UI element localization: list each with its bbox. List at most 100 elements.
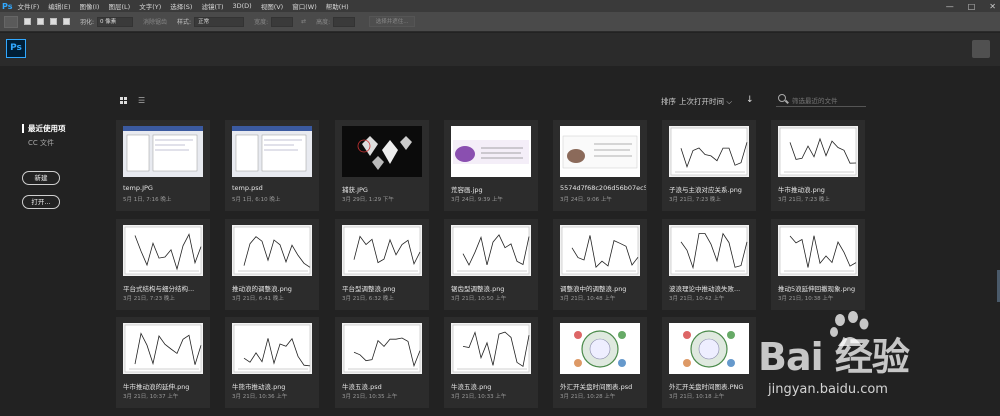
add-selection-icon[interactable]: [37, 18, 44, 25]
height-input[interactable]: [333, 16, 356, 27]
menu-window[interactable]: 窗口(W): [292, 1, 317, 11]
file-card[interactable]: 波浪理论中推动浪失败... 3月 21日, 10:42 上午: [662, 219, 756, 310]
photoshop-start-workspace: Ps 文件(F) 编辑(E) 图像(I) 图层(L) 文字(Y) 选择(S) 滤…: [0, 0, 1000, 416]
file-thumbnail: [123, 225, 203, 276]
file-name: 5574d7f68c206d56b07ec5...: [560, 184, 646, 192]
subtract-selection-icon[interactable]: [50, 18, 57, 25]
file-card[interactable]: 调整浪中的调整浪.png 3月 21日, 10:48 上午: [553, 219, 647, 310]
menu-image[interactable]: 图像(I): [79, 1, 99, 11]
minimize-icon[interactable]: —: [946, 2, 954, 11]
file-card[interactable]: 推动5浪延伸回撤现象.png 3月 21日, 10:38 上午: [771, 219, 865, 310]
file-name: 波浪理论中推动浪失败...: [669, 285, 741, 293]
maximize-icon[interactable]: □: [968, 2, 976, 11]
file-date: 3月 21日, 10:48 上午: [560, 296, 616, 302]
menu-3d[interactable]: 3D(D): [232, 2, 251, 10]
file-name: 调整浪中的调整浪.png: [560, 285, 627, 293]
file-card[interactable]: 平台型调整浪.png 3月 21日, 6:32 晚上: [335, 219, 429, 310]
file-thumbnail: [560, 225, 640, 276]
file-thumbnail: [778, 126, 858, 177]
user-avatar-icon[interactable]: [972, 40, 990, 58]
select-and-mask-button[interactable]: 选择并遮住...: [369, 16, 416, 27]
file-card[interactable]: temp.JPG 5月 1日, 7:16 晚上: [116, 120, 210, 211]
grid-view-icon[interactable]: [120, 97, 128, 105]
file-name: 平台型调整浪.png: [342, 285, 396, 293]
file-date: 3月 24日, 9:39 上午: [451, 197, 503, 203]
file-date: 3月 21日, 6:32 晚上: [342, 296, 394, 302]
file-thumbnail: [669, 126, 749, 177]
menu-type[interactable]: 文字(Y): [139, 1, 161, 11]
close-icon[interactable]: ✕: [989, 2, 996, 11]
file-name: 子浪与主浪对应关系.png: [669, 186, 742, 194]
file-card[interactable]: 牛浪五浪.psd 3月 21日, 10:35 上午: [335, 317, 429, 408]
open-button[interactable]: 打开...: [22, 195, 60, 209]
filter-search-input[interactable]: 筛选最近的文件: [776, 93, 866, 107]
file-card[interactable]: 锯齿型调整浪.png 3月 21日, 10:50 上午: [444, 219, 538, 310]
menu-view[interactable]: 视图(V): [261, 1, 284, 11]
menu-layer[interactable]: 图层(L): [108, 1, 130, 11]
file-date: 3月 21日, 10:18 上午: [669, 394, 725, 400]
nav-cc-files[interactable]: CC 文件: [28, 138, 54, 148]
sort-select[interactable]: 上次打开时间 ⌵: [679, 96, 732, 107]
file-thumbnail: [342, 225, 422, 276]
menu-help[interactable]: 帮助(H): [326, 1, 349, 11]
baidu-watermark: Bai 经验 jingyan.baidu.com: [748, 310, 998, 410]
file-name: 锯齿型调整浪.png: [451, 285, 505, 293]
list-view-icon[interactable]: ☰: [138, 97, 147, 105]
file-thumbnail: [232, 323, 312, 374]
width-label: 宽度:: [254, 19, 269, 26]
intersect-selection-icon[interactable]: [63, 18, 70, 25]
file-thumbnail: [342, 323, 422, 374]
file-date: 3月 21日, 10:33 上午: [451, 394, 507, 400]
file-date: 3月 21日, 10:42 上午: [669, 296, 725, 302]
baidu-paw-icon: [830, 311, 869, 346]
file-date: 5月 1日, 6:10 晚上: [232, 197, 281, 203]
feather-input[interactable]: 0 像素: [97, 16, 134, 27]
options-bar: 羽化: 0 像素 消除锯齿 样式: 正常 宽度: ⇄ 高度: 选择并遮住...: [0, 12, 1000, 32]
menu-edit[interactable]: 编辑(E): [48, 1, 70, 11]
file-card[interactable]: 牛市推动浪的延伸.png 3月 21日, 10:37 上午: [116, 317, 210, 408]
antialias-checkbox[interactable]: 消除锯齿: [143, 17, 167, 26]
marquee-tool-icon[interactable]: [4, 15, 18, 28]
menu-select[interactable]: 选择(S): [170, 1, 192, 11]
style-select[interactable]: 正常: [194, 16, 245, 27]
swap-icon[interactable]: ⇄: [301, 18, 306, 25]
file-card[interactable]: 外汇开关盘时间图表.psd 3月 21日, 10:28 上午: [553, 317, 647, 408]
nav-recent[interactable]: 最近使用项: [22, 124, 66, 133]
sort-direction-icon[interactable]: ↓: [746, 95, 754, 105]
new-selection-icon[interactable]: [24, 18, 31, 25]
width-input[interactable]: [271, 16, 294, 27]
file-thumbnail: [342, 126, 422, 177]
file-card[interactable]: 牛浪五浪.png 3月 21日, 10:33 上午: [444, 317, 538, 408]
file-name: temp.psd: [232, 184, 263, 192]
file-card[interactable]: 荒容画.jpg 3月 24日, 9:39 上午: [444, 120, 538, 211]
file-date: 3月 21日, 10:38 上午: [778, 296, 834, 302]
file-card[interactable]: 牛市推动浪.png 3月 21日, 7:23 晚上: [771, 120, 865, 211]
file-card[interactable]: 捕获.JPG 3月 29日, 1:29 下午: [335, 120, 429, 211]
height-label: 高度:: [316, 19, 331, 26]
file-card[interactable]: 牛熊市推动浪.png 3月 21日, 10:36 上午: [225, 317, 319, 408]
file-card[interactable]: 5574d7f68c206d56b07ec5... 3月 24日, 9:06 上午: [553, 120, 647, 211]
file-date: 3月 29日, 1:29 下午: [342, 197, 394, 203]
style-label: 样式:: [177, 19, 192, 26]
menu-filter[interactable]: 滤镜(T): [201, 1, 223, 11]
file-card[interactable]: 推动浪的调整浪.png 3月 21日, 6:41 晚上: [225, 219, 319, 310]
file-name: 牛市推动浪.png: [778, 186, 825, 194]
menu-file[interactable]: 文件(F): [17, 1, 39, 11]
file-thumbnail: [669, 225, 749, 276]
file-card[interactable]: temp.psd 5月 1日, 6:10 晚上: [225, 120, 319, 211]
file-thumbnail: [560, 323, 640, 374]
file-thumbnail: [232, 225, 312, 276]
file-date: 3月 21日, 10:37 上午: [123, 394, 179, 400]
file-card[interactable]: 外汇开关盘时间图表.PNG 3月 21日, 10:18 上午: [662, 317, 756, 408]
file-name: temp.JPG: [123, 184, 153, 192]
file-date: 3月 21日, 6:41 晚上: [232, 296, 284, 302]
file-date: 3月 24日, 9:06 上午: [560, 197, 612, 203]
file-name: 牛市推动浪的延伸.png: [123, 383, 190, 391]
file-card[interactable]: 平台式结构与细分结构... 3月 21日, 7:23 晚上: [116, 219, 210, 310]
search-icon: [778, 94, 786, 102]
file-card[interactable]: 子浪与主浪对应关系.png 3月 21日, 7:23 晚上: [662, 120, 756, 211]
file-thumbnail: [451, 126, 531, 177]
file-name: 牛浪五浪.psd: [342, 383, 382, 391]
new-button[interactable]: 新建: [22, 171, 60, 185]
file-name: 平台式结构与细分结构...: [123, 285, 195, 293]
